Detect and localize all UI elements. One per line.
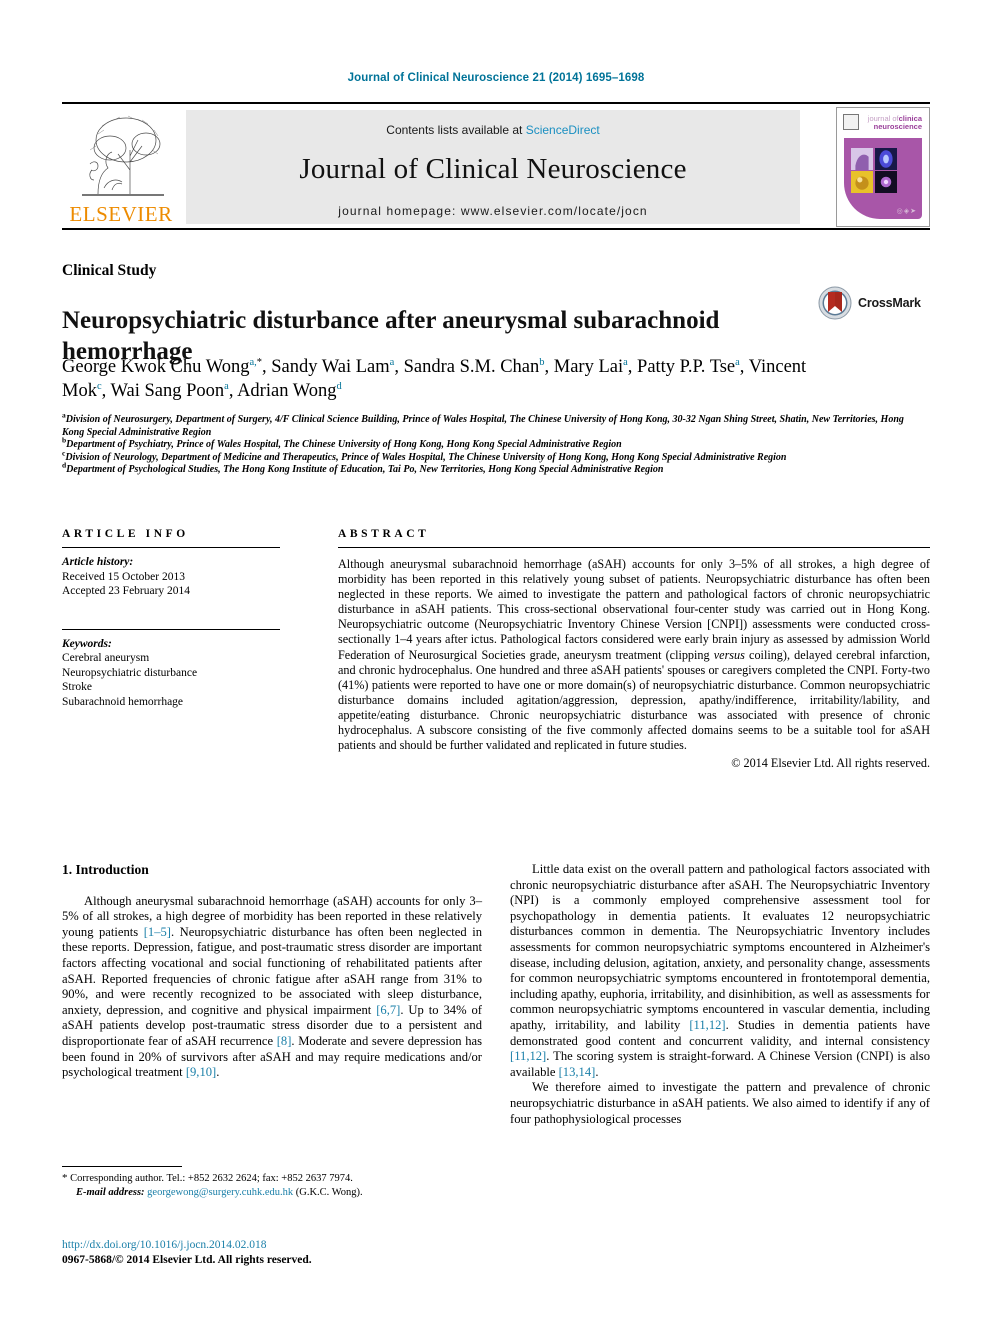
corresponding-author-text: Corresponding author. Tel.: +852 2632 26… <box>70 1173 353 1184</box>
journal-masthead: ELSEVIER Contents lists available at Sci… <box>62 102 930 230</box>
affiliation-text-c: Division of Neurology, Department of Med… <box>65 451 787 463</box>
introduction-heading: 1. Introduction <box>62 862 149 877</box>
keywords-block: Keywords: Cerebral aneurysm Neuropsychia… <box>62 630 280 710</box>
keyword-item: Stroke <box>62 681 93 693</box>
email-suffix: (G.K.C. Wong). <box>295 1186 363 1198</box>
cover-tile-1-icon <box>851 148 873 170</box>
affiliation-c: cDivision of Neurology, Department of Me… <box>62 449 928 465</box>
sciencedirect-link[interactable]: ScienceDirect <box>526 123 600 137</box>
journal-title: Journal of Clinical Neuroscience <box>299 153 687 185</box>
affiliation-list: aDivision of Neurosurgery, Department of… <box>62 411 928 477</box>
affiliation-text-a: Division of Neurosurgery, Department of … <box>62 414 904 438</box>
doi-link[interactable]: http://dx.doi.org/10.1016/j.jocn.2014.02… <box>62 1238 492 1253</box>
journal-band: Contents lists available at ScienceDirec… <box>186 110 800 224</box>
elsevier-wordmark: ELSEVIER <box>69 202 173 226</box>
elsevier-tree-icon <box>82 115 164 196</box>
cover-tile-4-icon <box>875 171 897 193</box>
elsevier-logo: ELSEVIER <box>62 106 180 228</box>
keywords-label: Keywords: <box>62 637 112 650</box>
article-accepted-date: Accepted 23 February 2014 <box>62 585 191 597</box>
keyword-item: Subarachnoid hemorrhage <box>62 695 184 708</box>
cover-footer-glyphs: ◎◈➤ <box>896 207 917 215</box>
email-link[interactable]: georgewong@surgery.cuhk.edu.hk <box>147 1187 293 1198</box>
issn-rights-line: 0967-5868/© 2014 Elsevier Ltd. All right… <box>62 1253 312 1266</box>
introduction-right-column: Little data exist on the overall pattern… <box>510 862 930 1127</box>
article-info-block: ARTICLE INFO Article history: Received 1… <box>62 528 280 709</box>
corresponding-author-line: * Corresponding author. Tel.: +852 2632 … <box>62 1172 482 1186</box>
article-history-label: Article history: <box>62 556 134 568</box>
corresponding-author-footnote: * Corresponding author. Tel.: +852 2632 … <box>62 1166 482 1199</box>
introduction-paragraph: Although aneurysmal subarachnoid hemorrh… <box>62 893 483 1080</box>
article-page: Journal of Clinical Neuroscience 21 (201… <box>0 0 992 1323</box>
cover-image-tiles <box>851 148 897 193</box>
footnote-rule <box>62 1166 182 1167</box>
introduction-paragraph: Little data exist on the overall pattern… <box>510 862 931 1079</box>
affiliation-text-b: Department of Psychiatry, Prince of Wale… <box>66 439 622 451</box>
cover-title: journal ofclinica neuroscience <box>860 115 922 131</box>
cover-artwork: ◎◈➤ <box>844 138 922 219</box>
cover-title-line2: neuroscience <box>873 122 922 131</box>
article-info-heading: ARTICLE INFO <box>62 528 189 540</box>
cover-tile-3-icon <box>851 171 873 193</box>
abstract-text: Although aneurysmal subarachnoid hemorrh… <box>338 557 930 753</box>
email-line: E-mail address: georgewong@surgery.cuhk.… <box>62 1186 482 1200</box>
abstract-heading: ABSTRACT <box>338 528 430 540</box>
crossmark-badge[interactable]: CrossMark <box>818 286 936 322</box>
footnote-star-marker: * <box>62 1172 68 1184</box>
abstract-copyright: © 2014 Elsevier Ltd. All rights reserved… <box>731 756 930 771</box>
journal-homepage-link[interactable]: journal homepage: www.elsevier.com/locat… <box>186 204 800 218</box>
introduction-left-column: 1. Introduction Although aneurysmal suba… <box>62 862 482 1081</box>
keyword-item: Cerebral aneurysm <box>62 652 150 664</box>
cover-publisher-logo-icon <box>843 114 859 130</box>
affiliation-b: bDepartment of Psychiatry, Prince of Wal… <box>62 437 928 452</box>
page-footer: http://dx.doi.org/10.1016/j.jocn.2014.02… <box>62 1238 492 1267</box>
introduction-paragraph: We therefore aimed to investigate the pa… <box>510 1080 930 1126</box>
crossmark-icon <box>818 286 852 320</box>
contents-line: Contents lists available at ScienceDirec… <box>186 123 800 137</box>
author-list: George Kwok Chu Wonga,*, Sandy Wai Lama,… <box>62 356 807 401</box>
affiliation-a: aDivision of Neurosurgery, Department of… <box>62 411 928 439</box>
cover-tile-2-icon <box>875 148 897 170</box>
affiliation-text-d: Department of Psychological Studies, The… <box>66 464 664 476</box>
cover-inner: journal ofclinica neuroscience ◎◈➤ <box>841 112 925 222</box>
article-history: Article history: Received 15 October 201… <box>62 548 280 599</box>
keyword-item: Neuropsychiatric disturbance <box>62 666 198 679</box>
journal-cover-thumbnail: journal ofclinica neuroscience ◎◈➤ <box>836 107 930 227</box>
article-received-date: Received 15 October 2013 <box>62 570 185 583</box>
crossmark-label: CrossMark <box>858 296 921 310</box>
contents-prefix: Contents lists available at <box>386 123 526 137</box>
abstract-block: ABSTRACT Although aneurysmal subarachnoi… <box>338 528 930 771</box>
article-section-label: Clinical Study <box>62 262 157 279</box>
affiliation-d: dDepartment of Psychological Studies, Th… <box>62 462 928 477</box>
email-label: E-mail address: <box>76 1186 145 1198</box>
running-head: Journal of Clinical Neuroscience 21 (201… <box>347 72 645 84</box>
